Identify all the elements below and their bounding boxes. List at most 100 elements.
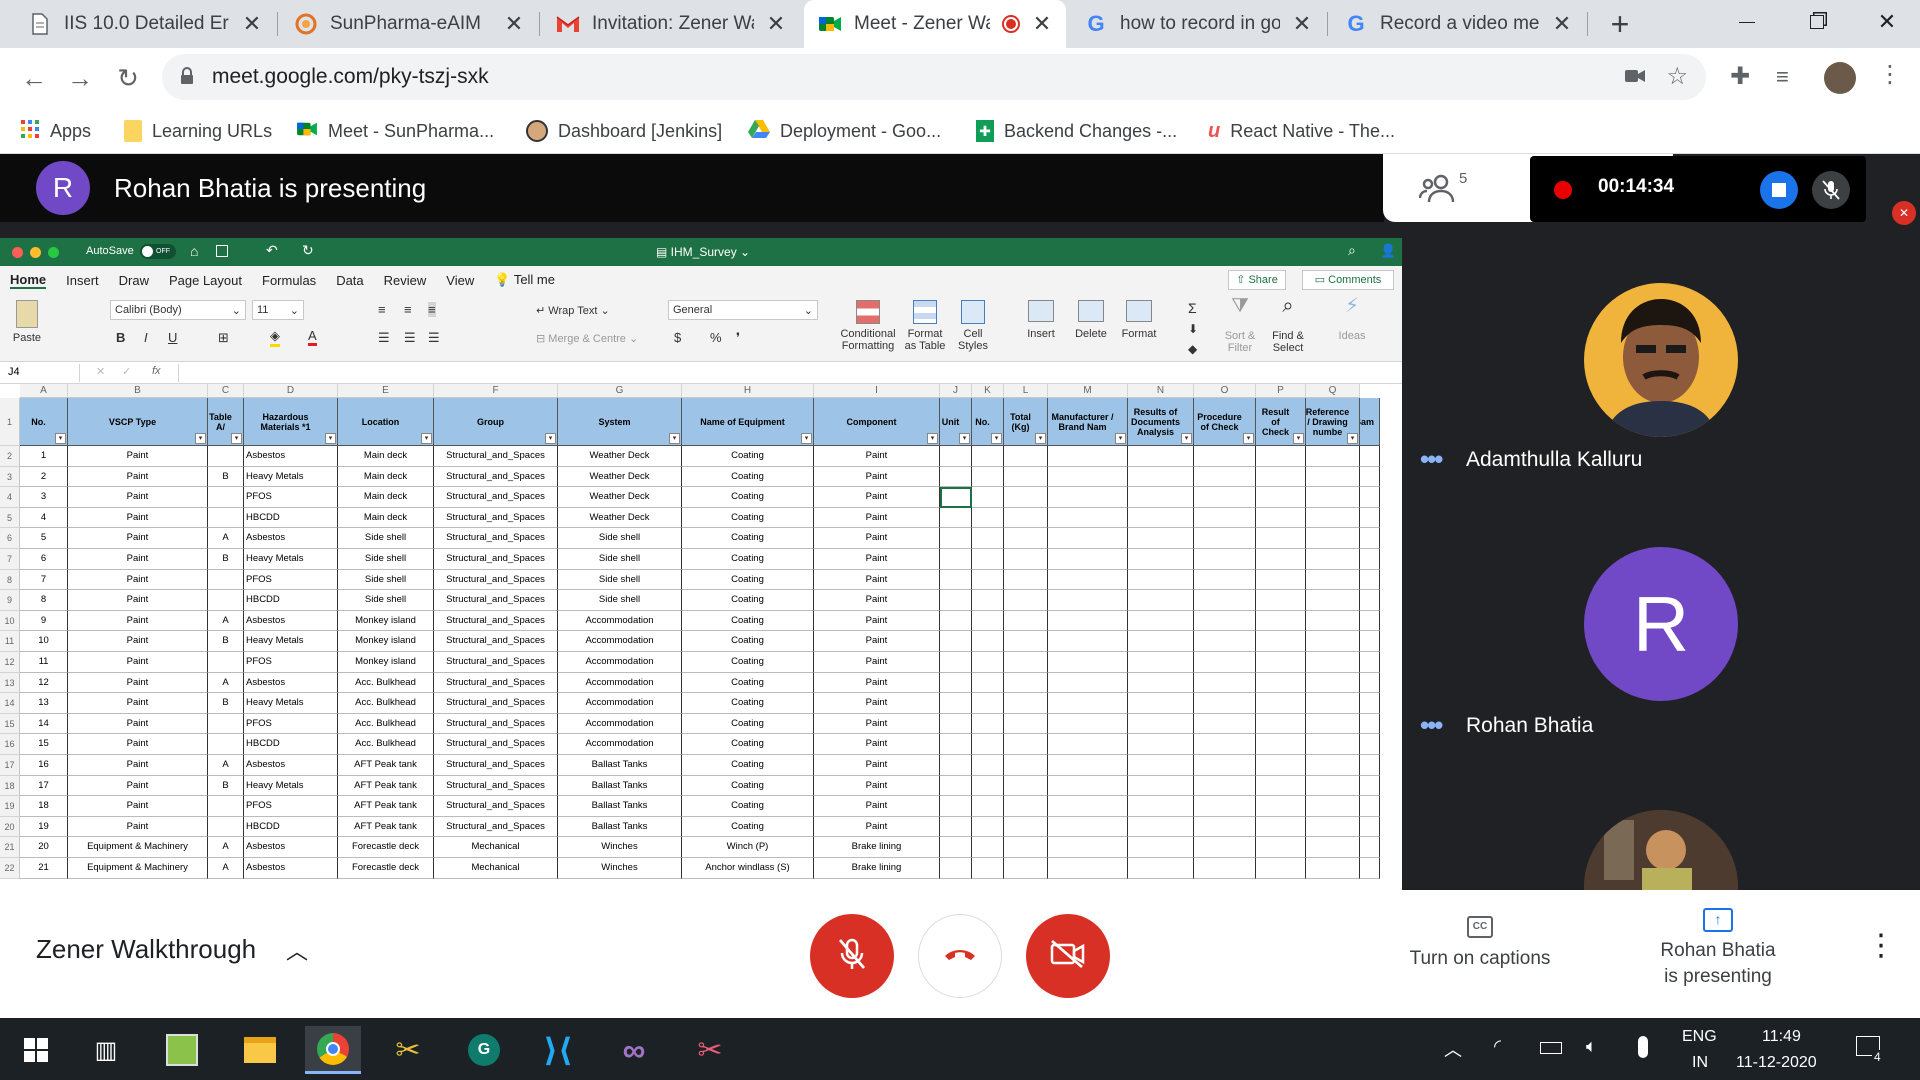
table-cell[interactable] bbox=[1048, 796, 1128, 817]
table-cell[interactable] bbox=[972, 734, 1004, 755]
table-cell[interactable]: Heavy Metals bbox=[244, 775, 338, 797]
table-cell[interactable]: Paint bbox=[68, 487, 208, 508]
taskbar-app-chrome[interactable] bbox=[305, 1026, 361, 1074]
table-cell[interactable] bbox=[1306, 487, 1360, 508]
number-format-select[interactable]: General ⌄ bbox=[668, 300, 818, 320]
bold-button[interactable]: B bbox=[116, 330, 125, 345]
table-cell[interactable]: Coating bbox=[682, 693, 814, 714]
format-cells-button[interactable]: Format bbox=[1116, 300, 1162, 340]
table-cell[interactable] bbox=[1004, 775, 1048, 797]
table-cell[interactable]: 2 bbox=[20, 466, 68, 488]
table-cell[interactable] bbox=[940, 837, 972, 858]
table-cell[interactable] bbox=[1128, 693, 1194, 714]
table-cell[interactable] bbox=[1048, 672, 1128, 694]
paste-button[interactable]: Paste bbox=[10, 300, 44, 344]
column-header[interactable]: F bbox=[434, 384, 558, 398]
clear-icon[interactable]: ◆ bbox=[1188, 342, 1197, 356]
row-header[interactable]: 22 bbox=[0, 858, 20, 879]
table-cell[interactable]: Heavy Metals bbox=[244, 631, 338, 652]
table-cell[interactable]: Paint bbox=[68, 755, 208, 776]
table-cell[interactable]: A bbox=[208, 672, 244, 694]
table-cell[interactable]: 18 bbox=[20, 796, 68, 817]
table-cell[interactable] bbox=[1306, 837, 1360, 858]
table-cell[interactable] bbox=[1256, 755, 1306, 776]
table-cell[interactable]: Paint bbox=[814, 816, 940, 838]
table-cell[interactable]: Structural_and_Spaces bbox=[434, 652, 558, 673]
column-header[interactable]: G bbox=[558, 384, 682, 398]
table-cell[interactable] bbox=[1048, 466, 1128, 488]
table-cell[interactable]: Structural_and_Spaces bbox=[434, 610, 558, 632]
table-cell[interactable]: Anchor windlass (S) bbox=[682, 858, 814, 879]
table-cell[interactable] bbox=[1306, 755, 1360, 776]
row-header[interactable]: 14 bbox=[0, 693, 20, 714]
table-cell[interactable]: AFT Peak tank bbox=[338, 775, 434, 797]
clock-time[interactable]: 11:49 bbox=[1762, 1028, 1801, 1046]
table-cell[interactable] bbox=[208, 652, 244, 673]
table-cell[interactable] bbox=[972, 528, 1004, 549]
table-cell[interactable]: 12 bbox=[20, 672, 68, 694]
align-top-icon[interactable]: ≡ bbox=[378, 302, 386, 317]
table-cell[interactable]: B bbox=[208, 775, 244, 797]
row-header[interactable]: 2 bbox=[0, 446, 20, 467]
table-cell[interactable]: AFT Peak tank bbox=[338, 755, 434, 776]
meeting-title[interactable]: Zener Walkthrough bbox=[36, 934, 256, 965]
table-cell[interactable] bbox=[940, 652, 972, 673]
table-cell[interactable]: Paint bbox=[814, 549, 940, 570]
table-cell[interactable]: Structural_and_Spaces bbox=[434, 549, 558, 570]
table-cell[interactable] bbox=[972, 631, 1004, 652]
table-cell[interactable]: Paint bbox=[68, 713, 208, 735]
table-cell[interactable]: Equipment & Machinery bbox=[68, 837, 208, 858]
tab-draw[interactable]: Draw bbox=[119, 273, 149, 288]
table-cell[interactable]: Main deck bbox=[338, 507, 434, 529]
table-header-cell[interactable]: Table A/▾ bbox=[208, 398, 244, 446]
find-select-button[interactable]: ⌕ Find & Select bbox=[1266, 296, 1310, 354]
table-cell[interactable] bbox=[1306, 652, 1360, 673]
table-cell[interactable]: Paint bbox=[814, 672, 940, 694]
table-cell[interactable]: 16 bbox=[20, 755, 68, 776]
table-cell[interactable] bbox=[1004, 487, 1048, 508]
forward-button[interactable]: → bbox=[62, 60, 98, 96]
table-cell[interactable] bbox=[940, 858, 972, 879]
table-cell[interactable]: Paint bbox=[68, 734, 208, 755]
stop-recording-button[interactable] bbox=[1760, 171, 1798, 209]
table-cell[interactable] bbox=[1004, 713, 1048, 735]
align-right-icon[interactable]: ☰ bbox=[428, 330, 440, 346]
table-cell[interactable] bbox=[1004, 796, 1048, 817]
table-cell[interactable]: Coating bbox=[682, 487, 814, 508]
table-cell[interactable] bbox=[940, 569, 972, 591]
table-cell[interactable] bbox=[1360, 507, 1380, 529]
taskbar-app-gitkraken[interactable]: G bbox=[456, 1026, 512, 1074]
table-cell[interactable] bbox=[940, 466, 972, 488]
close-tab-icon[interactable]: ✕ bbox=[766, 11, 786, 37]
table-cell[interactable]: Coating bbox=[682, 755, 814, 776]
table-cell[interactable] bbox=[1256, 858, 1306, 879]
row-header[interactable]: 7 bbox=[0, 549, 20, 570]
table-cell[interactable] bbox=[208, 569, 244, 591]
table-cell[interactable]: Side shell bbox=[558, 528, 682, 549]
table-cell[interactable]: Paint bbox=[68, 631, 208, 652]
cell-styles-button[interactable]: Cell Styles bbox=[950, 300, 996, 352]
account-icon[interactable]: 👤 bbox=[1380, 243, 1396, 259]
table-cell[interactable] bbox=[1004, 507, 1048, 529]
captions-button[interactable]: CC Turn on captions bbox=[1390, 910, 1570, 1000]
table-cell[interactable] bbox=[1194, 837, 1256, 858]
table-cell[interactable] bbox=[1128, 590, 1194, 611]
table-cell[interactable] bbox=[1360, 858, 1380, 879]
language-code[interactable]: ENG bbox=[1682, 1028, 1717, 1046]
table-cell[interactable]: Asbestos bbox=[244, 446, 338, 467]
font-color-icon[interactable]: A bbox=[308, 328, 317, 346]
spreadsheet-grid[interactable]: A B C D E F G H I J K L M N O P Q 1 No. ▾ VSCP Type ▾ Table A/… bbox=[0, 384, 1402, 890]
table-cell[interactable] bbox=[1004, 610, 1048, 632]
currency-icon[interactable]: $ bbox=[674, 330, 681, 345]
table-cell[interactable]: 13 bbox=[20, 693, 68, 714]
row-header[interactable]: 9 bbox=[0, 590, 20, 611]
table-cell[interactable] bbox=[208, 816, 244, 838]
row-header[interactable]: 5 bbox=[0, 507, 20, 529]
browser-tab[interactable]: IIS 10.0 Detailed Erro ✕ bbox=[14, 0, 276, 48]
tab-view[interactable]: View bbox=[446, 273, 474, 288]
bookmark-backend-changes[interactable]: ✚ Backend Changes -... bbox=[976, 114, 1177, 148]
wrap-text-button[interactable]: ↵ Wrap Text ⌄ bbox=[536, 304, 610, 317]
presenting-button[interactable]: ↑ Rohan Bhatia is presenting bbox=[1600, 900, 1836, 1010]
table-cell[interactable] bbox=[940, 672, 972, 694]
chrome-menu-icon[interactable]: ⋮ bbox=[1878, 60, 1902, 89]
